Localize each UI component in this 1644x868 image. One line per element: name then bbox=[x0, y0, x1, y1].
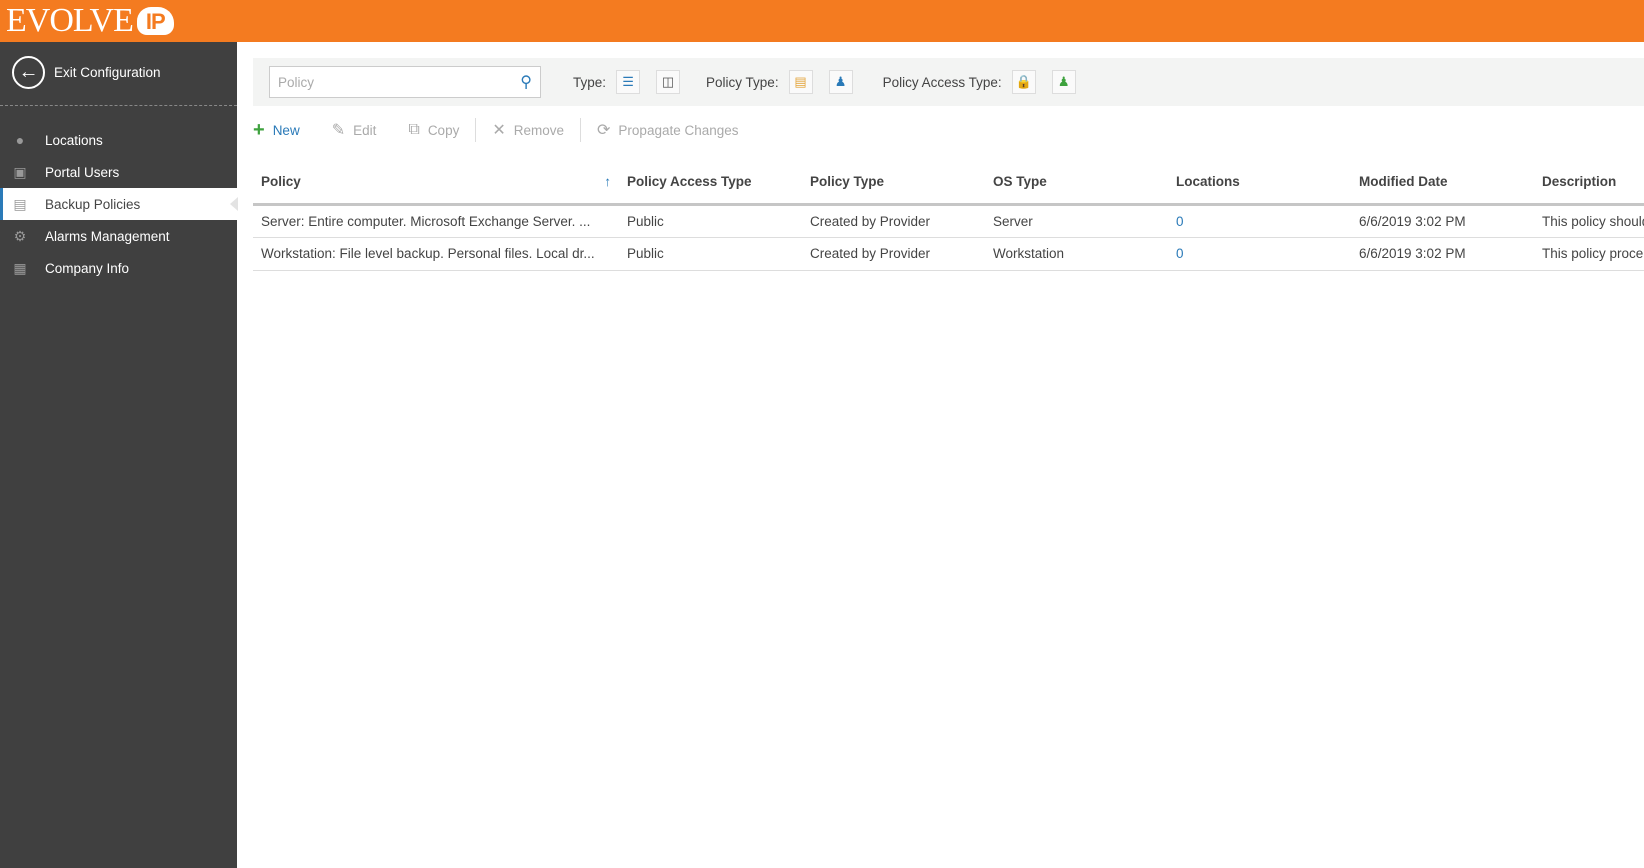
x-icon: ✕ bbox=[492, 122, 506, 139]
new-label: New bbox=[272, 122, 300, 138]
sidebar-item-alarms-management[interactable]: ⚙ Alarms Management bbox=[0, 220, 237, 252]
copy-icon: ⧉ bbox=[408, 121, 420, 138]
copy-button[interactable]: ⧉ Copy bbox=[408, 121, 459, 139]
column-header-locations[interactable]: Locations bbox=[1168, 160, 1351, 206]
sidebar-item-label: Locations bbox=[45, 132, 103, 148]
pencil-icon: ✎ bbox=[331, 122, 346, 139]
sidebar-item-portal-users[interactable]: ▣ Portal Users bbox=[0, 156, 237, 188]
private-access-filter-icon[interactable]: 🔒 bbox=[1011, 70, 1036, 94]
exit-configuration-label: Exit Configuration bbox=[54, 65, 161, 80]
cell-policy: Server: Entire computer. Microsoft Excha… bbox=[253, 204, 619, 238]
cell-locations-link[interactable]: 0 bbox=[1168, 237, 1351, 271]
user-policy-filter-icon[interactable]: ♟ bbox=[828, 70, 853, 94]
remove-label: Remove bbox=[513, 122, 565, 138]
cell-policy-type: Created by Provider bbox=[802, 237, 985, 271]
propagate-label: Propagate Changes bbox=[618, 122, 739, 138]
search-icon[interactable]: ⚲ bbox=[520, 72, 532, 92]
toolbar-divider bbox=[580, 118, 582, 142]
table-row[interactable]: Server: Entire computer. Microsoft Excha… bbox=[253, 204, 1644, 238]
toolbar-divider bbox=[475, 118, 477, 142]
top-bar: EVOLVE IP bbox=[0, 0, 1644, 42]
logo: EVOLVE IP bbox=[6, 0, 174, 42]
document-icon: ▤ bbox=[13, 195, 27, 212]
edit-label: Edit bbox=[353, 122, 377, 138]
remove-button[interactable]: ✕ Remove bbox=[492, 120, 564, 140]
cell-modified-date: 6/6/2019 3:02 PM bbox=[1351, 237, 1534, 271]
cell-modified-date: 6/6/2019 3:02 PM bbox=[1351, 204, 1534, 238]
cell-description: This policy should bbox=[1534, 204, 1644, 238]
sidebar-item-locations[interactable]: ● Locations bbox=[0, 124, 237, 156]
toolbar: + New ✎ Edit ⧉ Copy ✕ Remove ⟳ Propagate Chan… bbox=[253, 118, 771, 142]
propagate-changes-button[interactable]: ⟳ Propagate Changes bbox=[597, 120, 739, 140]
divider bbox=[0, 105, 237, 106]
sidebar-item-backup-policies[interactable]: ▤ Backup Policies bbox=[0, 188, 238, 220]
cell-os-type: Workstation bbox=[985, 237, 1168, 271]
access-type-filter-label: Policy Access Type: bbox=[882, 74, 1002, 90]
sort-ascending-icon: ↑ bbox=[604, 173, 611, 189]
refresh-icon: ⟳ bbox=[597, 122, 611, 139]
column-header-policy-type[interactable]: Policy Type bbox=[802, 160, 985, 206]
copy-label: Copy bbox=[427, 122, 460, 138]
table-row[interactable]: Workstation: File level backup. Personal… bbox=[253, 237, 1644, 271]
provider-policy-filter-icon[interactable]: ▤ bbox=[788, 70, 813, 94]
cell-locations-link[interactable]: 0 bbox=[1168, 204, 1351, 238]
back-arrow-icon: ← bbox=[12, 56, 45, 89]
column-header-os-type[interactable]: OS Type bbox=[985, 160, 1168, 206]
column-header-policy[interactable]: Policy ↑ bbox=[253, 160, 619, 206]
policy-type-filter-label: Policy Type: bbox=[706, 74, 779, 90]
edit-button[interactable]: ✎ Edit bbox=[332, 120, 377, 140]
table-header-row: Policy ↑ Policy Access Type Policy Type O… bbox=[253, 160, 1644, 206]
search-input[interactable] bbox=[278, 74, 498, 90]
cell-policy-type: Created by Provider bbox=[802, 204, 985, 238]
search-box: ⚲ bbox=[269, 66, 541, 98]
building-icon: ▦ bbox=[13, 259, 27, 276]
type-filter-label: Type: bbox=[573, 74, 607, 90]
sidebar-item-label: Portal Users bbox=[45, 164, 120, 180]
sidebar-item-company-info[interactable]: ▦ Company Info bbox=[0, 252, 237, 284]
server-type-filter-icon[interactable]: ☰ bbox=[616, 70, 641, 94]
sidebar: ← Exit Configuration ● Locations ▣ Portal … bbox=[0, 42, 238, 868]
column-label: Policy bbox=[261, 173, 301, 189]
cell-description: This policy proce bbox=[1534, 237, 1644, 271]
logo-text: EVOLVE bbox=[6, 2, 134, 39]
public-access-filter-icon[interactable]: ♟ bbox=[1051, 70, 1076, 94]
cell-access-type: Public bbox=[619, 237, 802, 271]
column-header-description[interactable]: Description bbox=[1534, 160, 1644, 206]
filter-bar: ⚲ Type: ☰ ◫ Policy Type: ▤ ♟ Policy Acce… bbox=[253, 58, 1644, 106]
workstation-type-filter-icon[interactable]: ◫ bbox=[656, 70, 681, 94]
plus-icon: + bbox=[253, 118, 265, 141]
map-pin-icon: ● bbox=[15, 132, 25, 148]
user-card-icon: ▣ bbox=[13, 163, 27, 180]
cell-access-type: Public bbox=[619, 204, 802, 238]
sidebar-item-label: Backup Policies bbox=[45, 196, 141, 212]
exit-configuration-button[interactable]: ← Exit Configuration bbox=[12, 56, 161, 89]
alarm-gear-icon: ⚙ bbox=[13, 227, 27, 244]
column-header-policy-access-type[interactable]: Policy Access Type bbox=[619, 160, 802, 206]
policies-table: Policy ↑ Policy Access Type Policy Type O… bbox=[253, 160, 1644, 271]
sidebar-item-label: Company Info bbox=[45, 260, 130, 276]
cell-policy: Workstation: File level backup. Personal… bbox=[253, 237, 619, 271]
cell-os-type: Server bbox=[985, 204, 1168, 238]
logo-cloud-badge: IP bbox=[136, 7, 174, 35]
sidebar-item-label: Alarms Management bbox=[45, 228, 170, 244]
new-button[interactable]: + New bbox=[253, 119, 300, 142]
column-header-modified-date[interactable]: Modified Date bbox=[1351, 160, 1534, 206]
